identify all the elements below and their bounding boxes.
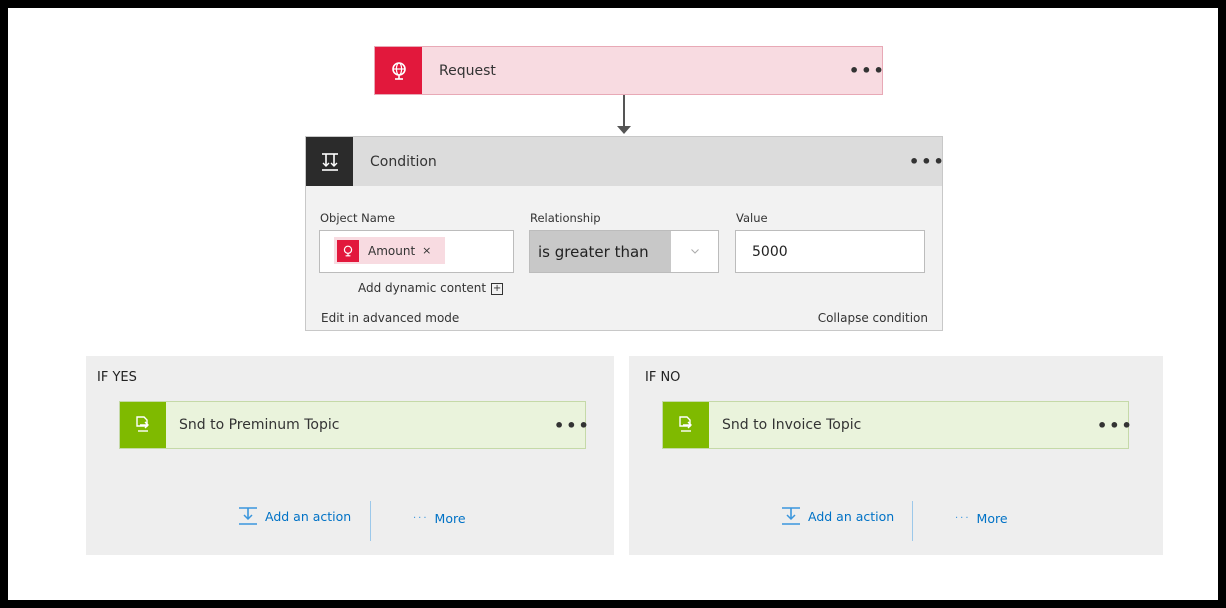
add-dynamic-content-link[interactable]: Add dynamic content + — [358, 281, 504, 295]
value-input[interactable]: 5000 — [735, 230, 925, 273]
if-no-branch: IF NO Snd to Invoice Topic ••• Add an ac… — [629, 356, 1163, 555]
add-action-label: Add an action — [265, 508, 352, 524]
connector-arrow-icon — [617, 126, 631, 134]
value-label: Value — [736, 211, 768, 225]
connector-line — [623, 95, 625, 129]
chevron-down-icon — [671, 231, 718, 272]
more-button[interactable]: ··· More — [413, 511, 466, 526]
more-dots-icon: ··· — [413, 513, 429, 524]
add-action-button[interactable]: Add an action — [237, 506, 351, 526]
edit-advanced-mode-link[interactable]: Edit in advanced mode — [321, 311, 459, 325]
logic-app-designer-canvas: Request ••• Condition ••• Object Name Am… — [8, 8, 1218, 600]
condition-card: Condition ••• Object Name Amount × Relat… — [305, 136, 944, 331]
request-menu-button[interactable]: ••• — [849, 47, 886, 94]
action-menu-button[interactable]: ••• — [554, 402, 591, 448]
add-action-icon — [237, 506, 259, 526]
request-globe-icon — [375, 47, 422, 94]
object-name-field[interactable]: Amount × — [319, 230, 514, 273]
branch-title: IF NO — [645, 370, 681, 385]
condition-icon — [306, 137, 353, 186]
add-dynamic-content-label: Add dynamic content — [358, 281, 487, 295]
request-trigger-title: Request — [439, 62, 496, 79]
amount-token-label: Amount — [368, 243, 416, 258]
divider — [912, 501, 913, 541]
add-action-icon — [780, 506, 802, 526]
relationship-select[interactable]: is greater than — [529, 230, 719, 273]
action-title: Snd to Invoice Topic — [722, 417, 862, 433]
relationship-value: is greater than — [530, 231, 671, 272]
if-yes-branch: IF YES Snd to Preminum Topic ••• Add an … — [86, 356, 614, 555]
more-label: More — [434, 511, 466, 526]
add-action-button[interactable]: Add an action — [780, 506, 894, 526]
service-bus-icon — [120, 402, 166, 448]
condition-header[interactable]: Condition ••• — [306, 137, 944, 186]
more-button[interactable]: ··· More — [955, 511, 1008, 526]
action-card[interactable]: Snd to Invoice Topic ••• — [662, 401, 1132, 449]
action-card[interactable]: Snd to Preminum Topic ••• — [119, 401, 589, 449]
divider — [370, 501, 371, 541]
more-dots-icon: ··· — [955, 513, 971, 524]
remove-token-button[interactable]: × — [422, 244, 431, 257]
service-bus-icon — [663, 402, 709, 448]
request-trigger-card[interactable]: Request ••• — [374, 46, 886, 95]
object-name-label: Object Name — [320, 211, 396, 225]
plus-box-icon: + — [491, 282, 504, 295]
branch-title: IF YES — [97, 370, 137, 385]
condition-menu-button[interactable]: ••• — [909, 137, 946, 186]
action-title: Snd to Preminum Topic — [179, 417, 340, 433]
collapse-condition-link[interactable]: Collapse condition — [818, 311, 928, 325]
condition-title: Condition — [370, 153, 437, 170]
add-action-label: Add an action — [808, 508, 895, 524]
amount-token: Amount × — [334, 237, 445, 264]
request-globe-icon — [337, 239, 359, 262]
more-label: More — [976, 511, 1008, 526]
relationship-label: Relationship — [530, 211, 601, 225]
action-menu-button[interactable]: ••• — [1097, 402, 1134, 448]
